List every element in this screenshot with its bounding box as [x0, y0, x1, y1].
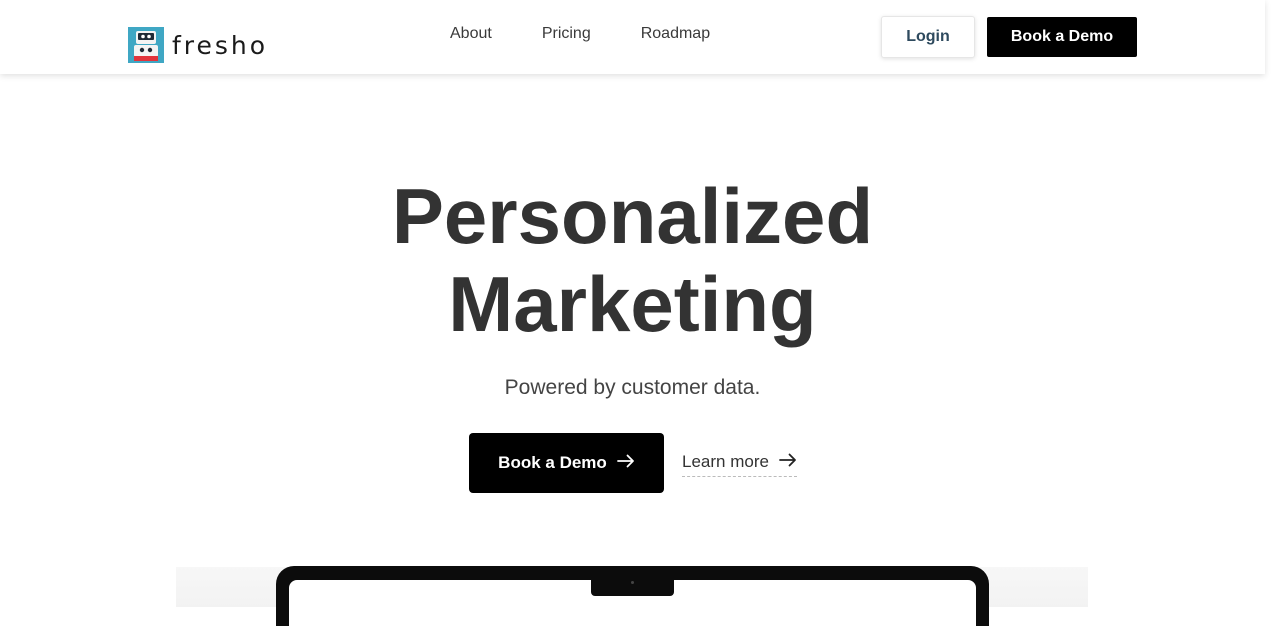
learn-more-label: Learn more [682, 452, 769, 471]
arrow-right-icon [616, 453, 635, 473]
nav-item-roadmap[interactable]: Roadmap [641, 25, 710, 43]
nav-item-about[interactable]: About [450, 25, 492, 43]
login-button[interactable]: Login [881, 16, 975, 58]
main-nav: About Pricing Roadmap [450, 25, 710, 43]
brand-logo[interactable]: fresho [128, 27, 268, 63]
brand-wordmark: fresho [172, 30, 269, 60]
book-demo-cta-button[interactable]: Book a Demo [469, 433, 664, 493]
book-demo-header-button[interactable]: Book a Demo [987, 17, 1137, 57]
hero-title-line-2: Marketing [448, 260, 817, 348]
learn-more-link[interactable]: Learn more [682, 452, 797, 477]
robot-logo-icon [128, 27, 164, 63]
laptop-frame [276, 566, 989, 640]
hero-title-line-1: Personalized [391, 172, 874, 260]
site-header: fresho About Pricing Roadmap Login Book … [0, 0, 1265, 74]
hero-subtitle: Powered by customer data. [504, 376, 761, 399]
hero-title: Personalized Marketing [0, 172, 1265, 348]
laptop-notch [591, 578, 674, 596]
arrow-right-icon [779, 452, 797, 472]
nav-item-pricing[interactable]: Pricing [542, 25, 591, 43]
camera-icon [631, 581, 634, 584]
book-demo-cta-label: Book a Demo [498, 453, 607, 472]
